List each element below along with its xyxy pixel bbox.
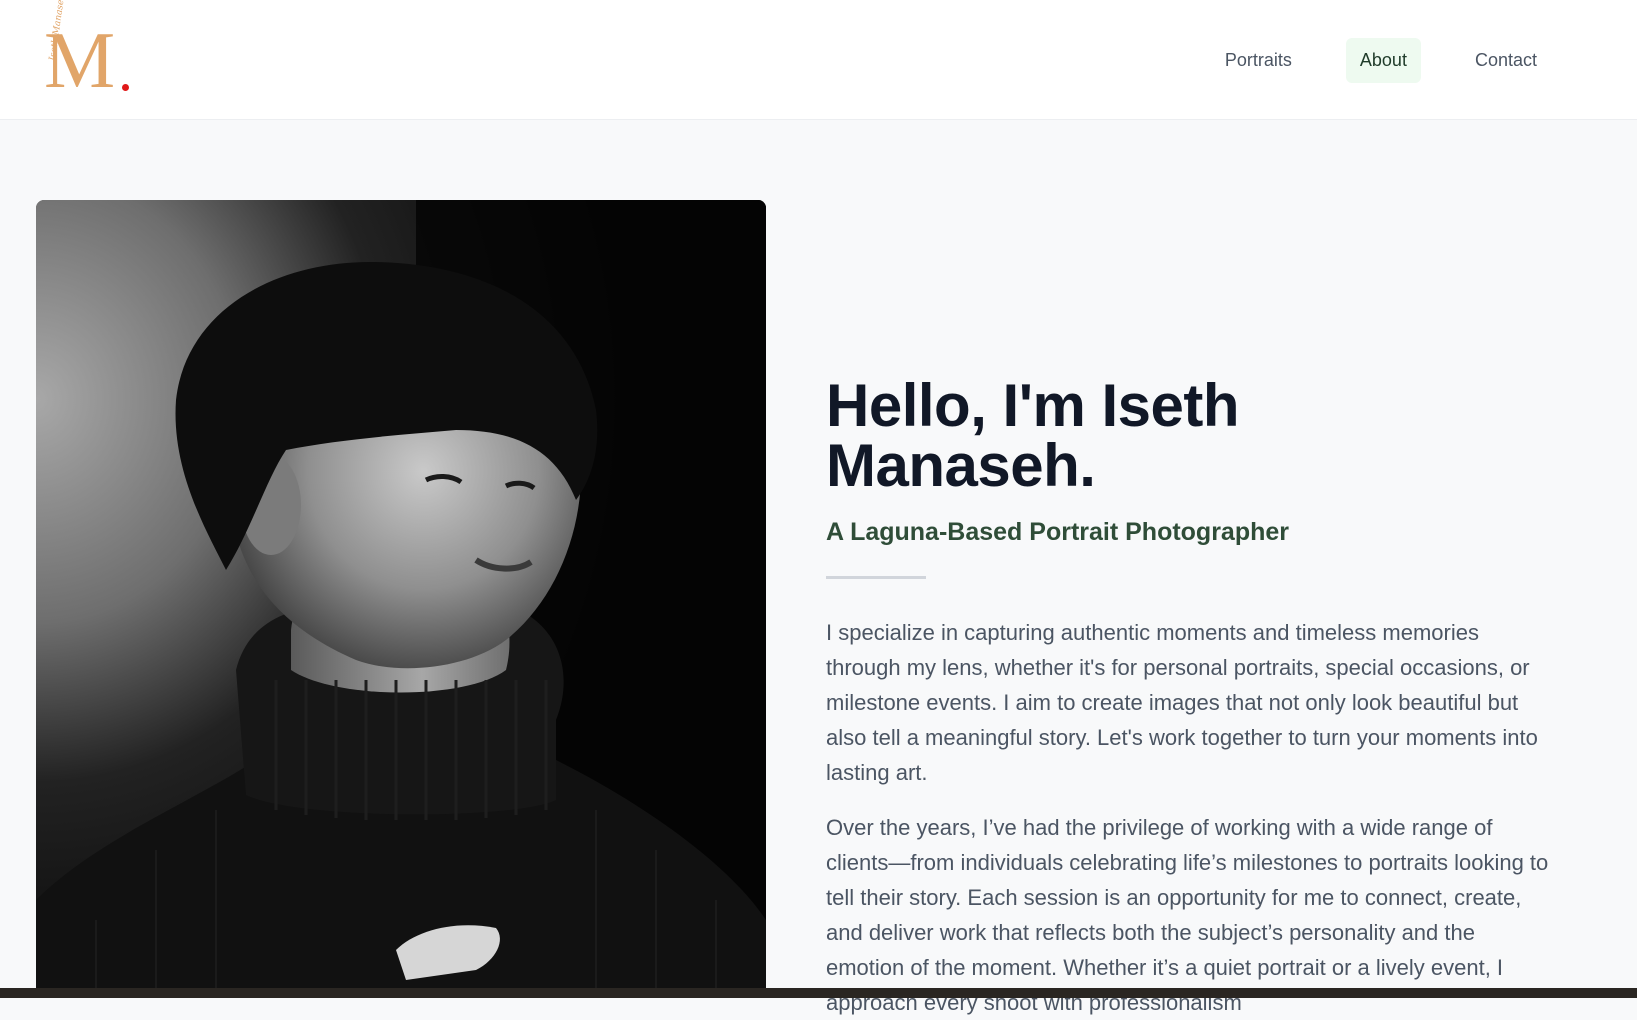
site-logo[interactable]: M Iseth Manaseh xyxy=(44,0,134,101)
nav-contact[interactable]: Contact xyxy=(1461,38,1551,83)
nav-portraits[interactable]: Portraits xyxy=(1211,38,1306,83)
portrait-photo xyxy=(36,200,766,998)
bottom-bar xyxy=(0,988,1637,998)
page-title: Hello, I'm Iseth Manaseh. xyxy=(826,372,1240,499)
site-header: M Iseth Manaseh Portraits About Contact xyxy=(0,0,1637,120)
title-divider xyxy=(826,576,926,579)
page-subtitle: A Laguna-Based Portrait Photographer xyxy=(826,518,1290,546)
about-section: Hello, I'm Iseth Manaseh. A Laguna-Based… xyxy=(826,376,1556,1020)
logo-dot xyxy=(122,84,129,91)
nav-about[interactable]: About xyxy=(1345,38,1421,83)
main-nav: Portraits About Contact xyxy=(1185,38,1551,83)
portrait-illustration xyxy=(36,200,766,998)
about-paragraph-1: I specialize in capturing authentic mome… xyxy=(826,620,1538,785)
